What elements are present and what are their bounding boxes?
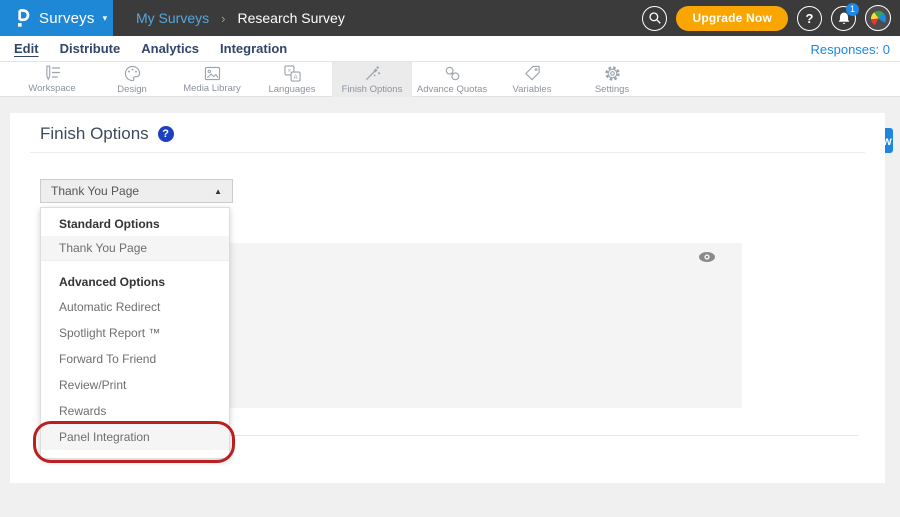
topbar-actions: Upgrade Now ? 1 [642,5,900,31]
preview-eye-icon[interactable] [698,251,716,263]
search-button[interactable] [642,6,667,31]
menu-item-automatic-redirect[interactable]: Automatic Redirect [41,294,229,320]
product-switcher[interactable]: Surveys ▾ [0,0,113,36]
top-bar: Surveys ▾ My Surveys › Research Survey U… [0,0,900,36]
menu-item-spotlight-report[interactable]: Spotlight Report ™ [41,320,229,346]
toolbar-item-advance-quotas[interactable]: Advance Quotas [412,62,492,97]
chevron-up-icon: ▲ [214,187,222,196]
menu-item-thank-you-page[interactable]: Thank You Page [41,236,229,260]
toolbar-item-finish-options[interactable]: Finish Options [332,62,412,97]
breadcrumb-my-surveys[interactable]: My Surveys [136,10,209,26]
breadcrumb: My Surveys › Research Survey [136,10,345,26]
magic-wand-icon [364,65,381,82]
title-divider [30,152,865,153]
breadcrumb-separator: › [221,11,225,26]
section-nav: Edit Distribute Analytics Integration Re… [0,36,900,62]
chevron-down-icon: ▾ [103,13,108,24]
breadcrumb-current-survey: Research Survey [237,10,344,26]
gear-icon [604,65,621,82]
menu-item-rewards[interactable]: Rewards [41,398,229,424]
toolbar-item-design[interactable]: Design [92,62,172,97]
menu-item-panel-integration[interactable]: Panel Integration [41,424,229,450]
avatar-image [871,11,886,26]
finish-options-help-icon[interactable]: ? [158,126,174,142]
toolbar-item-settings[interactable]: Settings [572,62,652,97]
menu-header-standard-options: Standard Options [41,212,229,236]
image-icon [204,66,221,81]
chain-links-icon [444,65,461,82]
notification-badge: 1 [846,3,859,16]
finish-options-panel: Finish Options ? Thank You Page ▲ Standa… [10,113,885,483]
tab-edit[interactable]: Edit [14,41,39,56]
page-title: Finish Options [40,124,149,144]
translate-icon: × A [284,65,301,82]
toolbar-item-workspace[interactable]: Workspace [12,62,92,97]
notifications-button[interactable]: 1 [831,6,856,31]
menu-divider [41,260,229,261]
question-mark-icon: ? [806,11,814,26]
workspace-icon [44,65,61,81]
edit-toolbar: Workspace Design Media Library [0,62,900,97]
responses-count[interactable]: Responses: 0 [811,36,891,62]
help-button[interactable]: ? [797,6,822,31]
search-icon [648,11,662,25]
tag-icon [524,65,541,82]
toolbar-item-variables[interactable]: Variables [492,62,572,97]
toolbar-item-media-library[interactable]: Media Library [172,62,252,97]
upgrade-now-button[interactable]: Upgrade Now [676,6,788,31]
menu-item-review-print[interactable]: Review/Print [41,372,229,398]
menu-header-advanced-options: Advanced Options [41,270,229,294]
tab-integration[interactable]: Integration [220,41,287,56]
finish-option-select-value: Thank You Page [51,184,139,198]
avatar[interactable] [865,5,891,31]
finish-option-dropdown-menu: Standard Options Thank You Page Advanced… [40,207,230,459]
finish-option-select[interactable]: Thank You Page ▲ [40,179,233,203]
tab-distribute[interactable]: Distribute [60,41,121,56]
product-name: Surveys [39,10,95,27]
tab-analytics[interactable]: Analytics [141,41,199,56]
palette-icon [124,65,141,82]
toolbar-item-languages[interactable]: × A Languages [252,62,332,97]
questionpro-logo-icon [15,7,30,29]
menu-item-forward-to-friend[interactable]: Forward To Friend [41,346,229,372]
